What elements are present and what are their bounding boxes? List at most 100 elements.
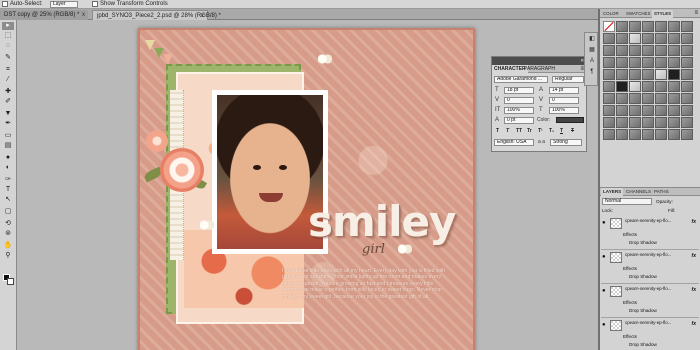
font-size-field[interactable]: 18 pt [504,87,534,94]
style-preset[interactable] [655,57,667,68]
layer-row[interactable]: ● cpearn-serenity-ep-flo... fx Effects D… [601,216,699,250]
layer-row[interactable]: ● cpearn-serenity-ep-flo... fx Effects D… [601,284,699,318]
style-preset[interactable] [629,93,641,104]
panel-menu-icon[interactable]: ≡ [694,9,698,17]
antialias-select[interactable]: Strong [550,139,582,146]
paragraph-panel-icon[interactable]: ¶ [586,68,598,77]
subscript-button[interactable]: T₁ [549,128,554,135]
blend-mode-select[interactable]: Normal [602,198,652,205]
style-preset[interactable] [629,69,641,80]
style-preset[interactable] [655,69,667,80]
style-preset[interactable] [655,21,667,32]
style-preset[interactable] [629,57,641,68]
all-caps-button[interactable]: TT [516,128,522,135]
style-preset[interactable] [642,105,654,116]
zoom-icon[interactable]: ⚲ [2,252,14,260]
effects-label[interactable]: Effects [623,300,637,306]
tab-styles[interactable]: STYLES [652,10,674,18]
superscript-button[interactable]: T¹ [538,128,543,135]
style-preset[interactable] [681,45,693,56]
style-preset[interactable] [603,45,615,56]
document-tab[interactable]: DST copy @ 25% (RGB/8) * x [0,10,88,20]
style-preset[interactable] [629,33,641,44]
close-tab-icon[interactable]: x [82,10,85,20]
style-preset[interactable] [629,105,641,116]
tab-layers[interactable]: LAYERS [601,188,624,196]
style-preset[interactable] [616,33,628,44]
style-preset[interactable] [668,81,680,92]
fx-icon[interactable]: fx [692,321,696,327]
horizontal-scale-field[interactable]: 100% [549,107,579,114]
pen-icon[interactable]: ✑ [2,176,14,184]
style-preset[interactable] [642,33,654,44]
style-preset[interactable] [668,57,680,68]
style-preset[interactable] [616,81,628,92]
document-tab-active[interactable]: jpbd_SYNO3_Piece2_2.psd @ 28% (RGB/8) * … [92,10,221,20]
style-preset[interactable] [616,105,628,116]
visibility-eye-icon[interactable]: ● [602,220,606,226]
style-preset[interactable] [642,129,654,140]
small-caps-button[interactable]: Tr [527,128,532,135]
effects-label[interactable]: Effects [623,232,637,238]
stamp-icon[interactable]: ▼ [2,110,14,118]
history-panel-icon[interactable]: ◧ [586,35,598,44]
visibility-eye-icon[interactable]: ● [602,288,606,294]
tab-channels[interactable]: CHANNELS [624,188,653,196]
style-preset[interactable] [655,81,667,92]
style-preset[interactable] [681,81,693,92]
style-preset[interactable] [681,33,693,44]
style-preset[interactable] [681,57,693,68]
style-preset[interactable] [603,105,615,116]
auto-select-dropdown[interactable]: Layer [50,1,78,8]
style-preset[interactable] [642,93,654,104]
shape-icon[interactable]: ▢ [2,208,14,216]
fx-icon[interactable]: fx [692,253,696,259]
style-preset[interactable] [603,33,615,44]
auto-select-checkbox[interactable] [2,1,8,7]
style-preset[interactable] [655,33,667,44]
style-preset[interactable] [681,129,693,140]
drop-shadow-effect[interactable]: Drop Shadow [629,342,657,348]
style-preset[interactable] [603,129,615,140]
hand-icon[interactable]: ✋ [2,242,14,250]
style-preset[interactable] [629,117,641,128]
style-preset[interactable] [668,69,680,80]
3d-orbit-icon[interactable]: ⊚ [2,230,14,238]
style-preset[interactable] [642,45,654,56]
effects-label[interactable]: Effects [623,334,637,340]
style-preset[interactable] [668,117,680,128]
dodge-icon[interactable]: ◐ [2,164,14,172]
style-preset[interactable] [629,129,641,140]
style-preset[interactable] [642,117,654,128]
style-preset[interactable] [603,81,615,92]
type-icon[interactable]: T [2,186,14,194]
style-preset[interactable] [616,21,628,32]
style-preset[interactable] [668,105,680,116]
style-preset[interactable] [668,129,680,140]
leading-field[interactable]: 14 pt [549,87,579,94]
crop-icon[interactable]: ⌗ [2,66,14,74]
eyedropper-icon[interactable]: ⁄ [2,76,14,84]
style-preset[interactable] [681,117,693,128]
tab-paragraph[interactable]: PARAGRAPH [522,65,557,73]
baseline-shift-field[interactable]: 0 pt [504,117,534,124]
style-preset[interactable] [655,45,667,56]
kerning-field[interactable]: 0 [504,97,534,104]
style-preset[interactable] [642,21,654,32]
no-style-preset[interactable] [603,21,615,32]
fx-icon[interactable]: fx [692,219,696,225]
style-preset[interactable] [668,33,680,44]
style-preset[interactable] [642,69,654,80]
blur-icon[interactable]: ● [2,154,14,162]
style-preset[interactable] [616,57,628,68]
style-preset[interactable] [681,93,693,104]
style-preset[interactable] [668,21,680,32]
healing-icon[interactable]: ✚ [2,88,14,96]
actions-panel-icon[interactable]: ▦ [586,46,598,55]
style-preset[interactable] [655,105,667,116]
font-style-select[interactable]: Regular [552,76,584,83]
style-preset[interactable] [616,45,628,56]
style-preset[interactable] [603,93,615,104]
style-preset[interactable] [616,93,628,104]
quick-select-icon[interactable]: ✎ [2,54,14,62]
